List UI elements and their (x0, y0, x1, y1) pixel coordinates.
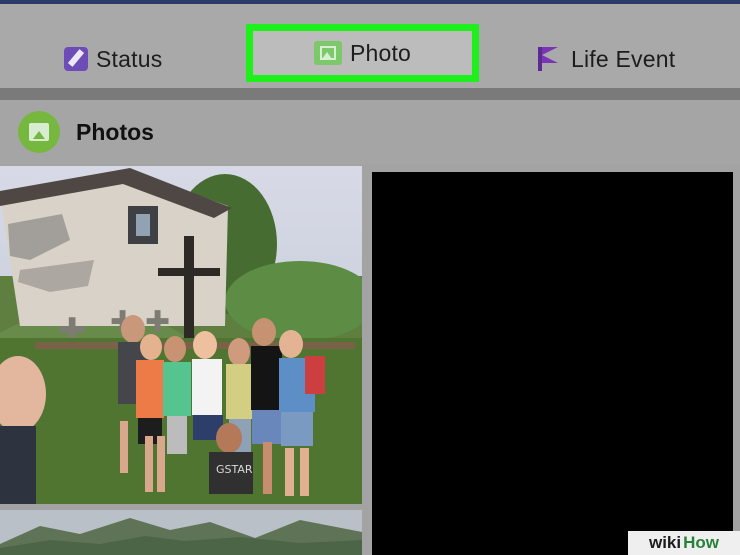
status-tab[interactable]: Status (64, 32, 162, 86)
watermark-wiki: wiki (648, 533, 682, 552)
black-photo-thumbnail[interactable] (372, 172, 733, 555)
wikihow-watermark: wiki How (628, 531, 740, 555)
watermark-how: How (683, 533, 719, 552)
landscape-photo-thumbnail[interactable] (0, 510, 362, 555)
group-photo-image: ✚ ✚ ✚ GSTAR (0, 166, 362, 504)
photos-icon (18, 111, 60, 153)
photo-icon (313, 41, 342, 65)
life-event-tab[interactable]: Life Event (535, 32, 675, 86)
life-event-label: Life Event (571, 45, 676, 72)
landscape-photo-image (0, 510, 362, 555)
group-photo-thumbnail[interactable]: ✚ ✚ ✚ GSTAR (0, 166, 362, 504)
edit-icon (64, 47, 88, 71)
status-label: Status (96, 45, 163, 72)
photos-title: Photos (76, 118, 154, 145)
flag-icon (535, 45, 563, 73)
post-composer: Status Photo Life Event (0, 4, 740, 88)
section-divider (0, 88, 740, 100)
photos-header: Photos (0, 100, 740, 164)
photo-label: Photo (349, 39, 412, 66)
svg-text:GSTAR: GSTAR (216, 463, 253, 476)
photo-tab[interactable]: Photo (246, 24, 479, 82)
